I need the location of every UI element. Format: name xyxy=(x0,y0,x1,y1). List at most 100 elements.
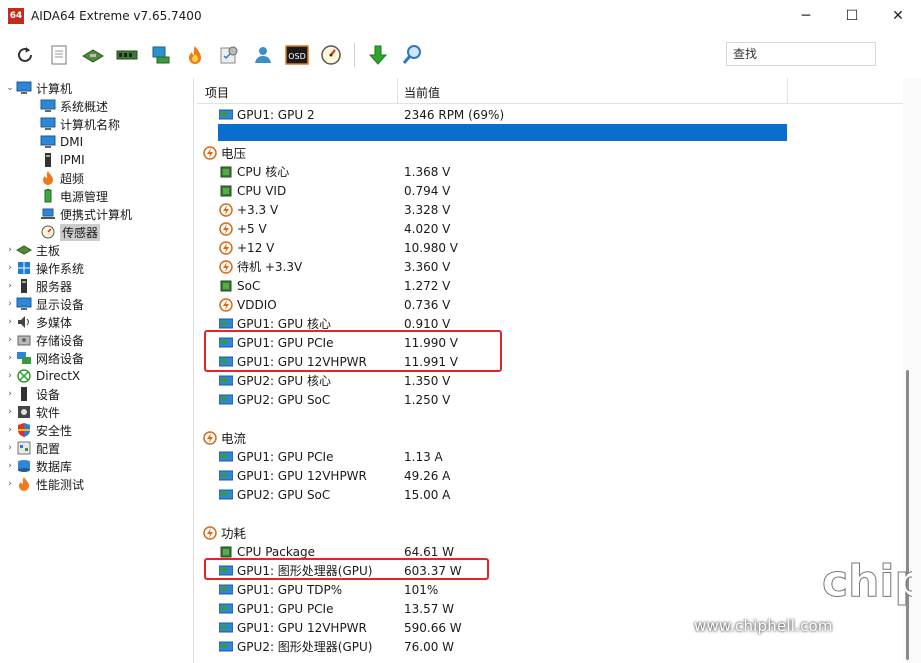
expand-arrow-icon[interactable]: › xyxy=(4,371,16,381)
expand-arrow-icon[interactable]: › xyxy=(4,263,16,273)
list-item[interactable]: GPU1: GPU 12VHPWR xyxy=(219,466,367,485)
tree-item-benchmark[interactable]: › 性能测试 xyxy=(4,475,84,493)
tree-item-os[interactable]: › 操作系统 xyxy=(4,259,84,277)
flame-icon xyxy=(16,477,32,491)
expand-arrow-icon[interactable]: › xyxy=(4,479,16,489)
expand-arrow-icon[interactable]: › xyxy=(4,389,16,399)
tree-item-security[interactable]: › 安全性 xyxy=(4,421,72,439)
tree-item-power-management[interactable]: 电源管理 xyxy=(40,187,108,205)
tree-item-overclock[interactable]: 超频 xyxy=(40,169,84,187)
tree-item-software[interactable]: › 软件 xyxy=(4,403,60,421)
memory-icon[interactable] xyxy=(110,38,144,72)
refresh-icon[interactable] xyxy=(8,38,42,72)
selected-row[interactable] xyxy=(218,124,787,141)
list-item[interactable]: +5 V xyxy=(219,219,267,238)
tree-item-computer-name[interactable]: 计算机名称 xyxy=(40,115,120,133)
toolbar: OSD xyxy=(0,32,921,78)
list-item[interactable]: SoC xyxy=(219,276,260,295)
expand-arrow-icon[interactable]: ⌄ xyxy=(4,83,16,93)
expand-arrow-icon[interactable]: › xyxy=(4,335,16,345)
tree-item-display[interactable]: › 显示设备 xyxy=(4,295,84,313)
list-item[interactable]: GPU1: GPU PCIe xyxy=(219,447,333,466)
tree-label: 操作系统 xyxy=(36,261,85,276)
search-tool-icon[interactable] xyxy=(395,38,429,72)
expand-arrow-icon[interactable]: › xyxy=(4,443,16,453)
list-item[interactable]: VDDIO xyxy=(219,295,277,314)
voltage-icon xyxy=(219,221,233,236)
download-icon[interactable] xyxy=(361,38,395,72)
list-item[interactable]: GPU1: GPU 2 xyxy=(219,105,315,124)
tree-item-network[interactable]: › 网络设备 xyxy=(4,349,84,367)
expand-arrow-icon[interactable]: › xyxy=(4,317,16,327)
expand-arrow-icon[interactable]: › xyxy=(4,245,16,255)
tree-item-database[interactable]: › 数据库 xyxy=(4,457,72,475)
column-item[interactable]: 项目 xyxy=(205,84,229,101)
watermark-url: www.chiphell.com xyxy=(694,617,833,635)
tree-item-sensors[interactable]: 传感器 xyxy=(40,223,101,241)
item-value: 1.13 A xyxy=(404,450,443,464)
app-icon[interactable]: 64 xyxy=(8,8,24,24)
list-item[interactable]: GPU2: GPU SoC xyxy=(219,390,330,409)
expand-arrow-icon[interactable]: › xyxy=(4,281,16,291)
item-value: 49.26 A xyxy=(404,469,451,483)
list-item[interactable]: GPU2: GPU SoC xyxy=(219,485,330,504)
motherboard-icon xyxy=(16,243,32,257)
tree-item-storage[interactable]: › 存储设备 xyxy=(4,331,84,349)
motherboard-icon[interactable] xyxy=(76,38,110,72)
list-item[interactable]: CPU 核心 xyxy=(219,162,289,181)
osd-icon[interactable]: OSD xyxy=(280,38,314,72)
list-item[interactable]: GPU1: GPU 12VHPWR xyxy=(219,618,367,637)
item-label: GPU1: GPU 12VHPWR xyxy=(237,468,367,483)
column-divider[interactable] xyxy=(397,78,398,104)
tree-item-computer[interactable]: ⌄ 计算机 xyxy=(4,79,72,97)
tree-item-server[interactable]: › 服务器 xyxy=(4,277,72,295)
list-item[interactable]: +3.3 V xyxy=(219,200,278,219)
search-input[interactable] xyxy=(726,42,876,66)
tree-item-config[interactable]: › 配置 xyxy=(4,439,60,457)
list-item[interactable]: CPU VID xyxy=(219,181,286,200)
expand-arrow-icon[interactable]: › xyxy=(4,425,16,435)
network-icon[interactable] xyxy=(144,38,178,72)
tree-label: 传感器 xyxy=(60,223,101,241)
current-icon xyxy=(203,430,217,445)
list-item[interactable]: GPU2: GPU 核心 xyxy=(219,371,331,390)
item-value: 2346 RPM (69%) xyxy=(404,108,505,122)
expand-arrow-icon[interactable]: › xyxy=(4,299,16,309)
close-button[interactable]: ✕ xyxy=(875,0,921,32)
osd-label: OSD xyxy=(288,52,306,61)
expand-arrow-icon[interactable]: › xyxy=(4,407,16,417)
tree-item-multimedia[interactable]: › 多媒体 xyxy=(4,313,72,331)
chip-icon xyxy=(219,165,233,179)
list-item[interactable]: GPU1: GPU PCIe xyxy=(219,599,333,618)
watermark-logo-text: chip hell xyxy=(822,556,912,607)
item-value: 15.00 A xyxy=(404,488,451,502)
list-item[interactable]: 待机 +3.3V xyxy=(219,257,302,276)
expand-arrow-icon[interactable]: › xyxy=(4,461,16,471)
benchmark-icon[interactable] xyxy=(212,38,246,72)
list-item[interactable]: +12 V xyxy=(219,238,274,257)
tree-item-ipmi[interactable]: IPMI xyxy=(40,151,85,169)
item-label: CPU Package xyxy=(237,544,315,559)
chip-icon xyxy=(219,184,233,198)
minimize-button[interactable]: ─ xyxy=(783,0,829,32)
gauge-icon[interactable] xyxy=(314,38,348,72)
user-icon[interactable] xyxy=(246,38,280,72)
tree-item-directx[interactable]: › DirectX xyxy=(4,367,80,385)
column-divider[interactable] xyxy=(787,78,788,104)
flame-icon[interactable] xyxy=(178,38,212,72)
tree-item-devices[interactable]: › 设备 xyxy=(4,385,60,403)
tree-item-system-summary[interactable]: 系统概述 xyxy=(40,97,108,115)
item-label: +3.3 V xyxy=(237,202,279,217)
maximize-button[interactable]: ☐ xyxy=(829,0,875,32)
tree-item-portable[interactable]: 便携式计算机 xyxy=(40,205,132,223)
gpu-icon xyxy=(219,469,233,483)
report-icon[interactable] xyxy=(42,38,76,72)
tree-item-motherboard[interactable]: › 主板 xyxy=(4,241,60,259)
section-header-current: 电流 xyxy=(203,428,246,447)
voltage-icon xyxy=(219,297,233,312)
tree-item-dmi[interactable]: DMI xyxy=(40,133,83,151)
list-item[interactable]: GPU1: GPU TDP% xyxy=(219,580,342,599)
column-value[interactable]: 当前值 xyxy=(404,84,440,101)
list-item[interactable]: GPU2: 图形处理器(GPU) xyxy=(219,637,373,656)
expand-arrow-icon[interactable]: › xyxy=(4,353,16,363)
